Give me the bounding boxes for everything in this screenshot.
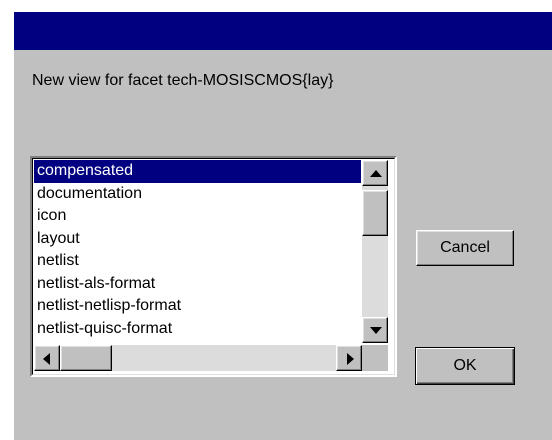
scroll-up-button[interactable] (362, 160, 388, 186)
arrow-up-icon (370, 170, 382, 177)
scroll-right-button[interactable] (336, 345, 362, 371)
list-item[interactable]: documentation (34, 183, 361, 206)
arrow-down-icon (370, 327, 382, 334)
scroll-down-button[interactable] (362, 317, 388, 343)
vertical-scrollbar[interactable] (362, 160, 388, 343)
list-items: compensated documentation icon layout ne… (34, 160, 361, 343)
vertical-scroll-thumb[interactable] (362, 190, 388, 236)
view-listbox[interactable]: compensated documentation icon layout ne… (30, 156, 397, 377)
scroll-left-button[interactable] (34, 345, 60, 371)
arrow-left-icon (43, 353, 50, 365)
arrow-right-icon (347, 353, 354, 365)
title-bar[interactable] (14, 12, 552, 50)
list-item[interactable]: netlist-netlisp-format (34, 295, 361, 318)
scrollbar-corner (362, 345, 388, 371)
new-view-dialog: New view for facet tech-MOSISCMOS{lay} c… (14, 12, 552, 440)
list-item[interactable]: icon (34, 205, 361, 228)
horizontal-scrollbar[interactable] (34, 345, 362, 371)
list-item[interactable]: netlist (34, 250, 361, 273)
prompt-label: New view for facet tech-MOSISCMOS{lay} (32, 72, 334, 89)
list-item[interactable]: compensated (34, 160, 361, 183)
horizontal-scroll-thumb[interactable] (60, 345, 112, 371)
ok-button[interactable]: OK (415, 347, 515, 385)
list-item[interactable]: netlist-quisc-format (34, 318, 361, 341)
cancel-button[interactable]: Cancel (416, 230, 514, 266)
list-item[interactable]: layout (34, 228, 361, 251)
list-item[interactable]: netlist-als-format (34, 273, 361, 296)
